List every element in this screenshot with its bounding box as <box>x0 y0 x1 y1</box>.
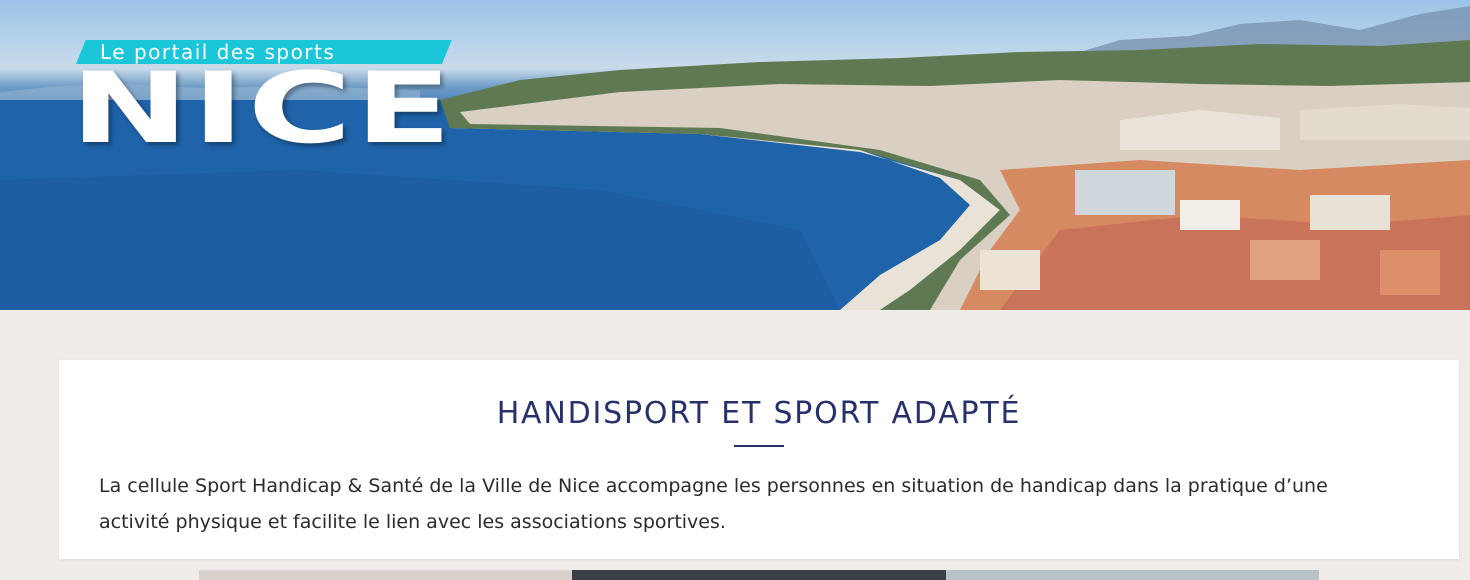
title-divider <box>734 445 784 447</box>
photo-strip-image-2[interactable] <box>572 570 946 580</box>
page-title: HANDISPORT ET SPORT ADAPTÉ <box>496 396 1022 431</box>
intro-paragraph: La cellule Sport Handicap & Santé de la … <box>99 475 1328 533</box>
hero-banner: Le portail des sports NICE <box>0 0 1470 310</box>
photo-strip <box>199 570 1319 580</box>
site-logo-nice[interactable]: NICE <box>70 60 455 158</box>
intro-card: HANDISPORT ET SPORT ADAPTÉ La cellule Sp… <box>59 360 1459 559</box>
photo-strip-image-1[interactable] <box>199 570 573 580</box>
photo-strip-image-3[interactable] <box>945 570 1319 580</box>
